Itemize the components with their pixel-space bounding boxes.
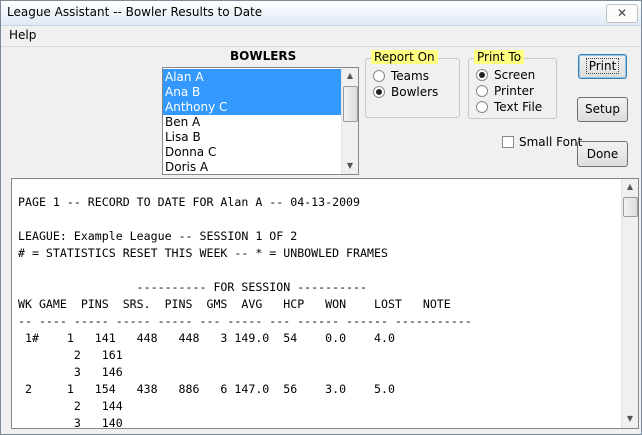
bowler-list-item[interactable]: Donna C — [163, 144, 342, 160]
report-line: 3 146 — [18, 365, 123, 379]
menu-bar: Help — [1, 26, 641, 47]
close-icon[interactable]: ✕ — [606, 4, 638, 23]
bowler-list-item[interactable]: Anthony C — [163, 99, 342, 115]
report-line: -- ---- ----- ----- ----- --- ----- --- … — [18, 314, 472, 328]
radio-screen-label: Screen — [494, 68, 536, 82]
report-line: ---------- FOR SESSION ---------- — [18, 280, 368, 294]
bowler-list-item[interactable]: Ben A — [163, 114, 342, 130]
small-font-checkbox[interactable] — [502, 136, 514, 148]
radio-printer[interactable] — [476, 85, 488, 97]
window-title: League Assistant -- Bowler Results to Da… — [7, 5, 263, 19]
setup-button[interactable]: Setup — [577, 97, 628, 122]
report-scrollbar[interactable]: ▲ ▼ — [621, 179, 638, 428]
scroll-thumb[interactable] — [623, 197, 638, 217]
radio-bowlers[interactable] — [373, 86, 385, 98]
menu-help[interactable]: Help — [9, 28, 36, 42]
scroll-up-arrow-icon[interactable]: ▲ — [342, 68, 358, 84]
report-line: 2 144 — [18, 399, 123, 413]
report-line: 1# 1 141 448 448 3 149.0 54 0.0 4.0 — [18, 331, 395, 345]
radio-teams[interactable] — [373, 70, 385, 82]
app-window: League Assistant -- Bowler Results to Da… — [0, 0, 642, 435]
radio-bowlers-label: Bowlers — [391, 85, 439, 99]
report-on-group: Report On Teams Bowlers — [365, 50, 460, 118]
title-bar: League Assistant -- Bowler Results to Da… — [1, 1, 641, 26]
bowler-list-item[interactable]: Ana B — [163, 84, 342, 100]
print-button[interactable]: Print — [578, 54, 627, 79]
report-line: LEAGUE: Example League -- SESSION 1 OF 2 — [18, 229, 298, 243]
scroll-thumb[interactable] — [343, 86, 358, 122]
report-line: WK GAME PINS SRS. PINS GMS AVG HCP WON L… — [18, 297, 451, 311]
print-to-title: Print To — [474, 50, 525, 64]
bowlers-list[interactable]: Alan A Ana B Anthony C Ben A Lisa B Donna C Do… — [162, 67, 359, 175]
report-line: # = STATISTICS RESET THIS WEEK -- * = UN… — [18, 246, 388, 260]
radio-text-file[interactable] — [476, 101, 488, 113]
bowlers-label: BOWLERS — [230, 49, 297, 63]
print-button-label: Print — [585, 58, 620, 74]
scroll-down-arrow-icon[interactable]: ▼ — [622, 411, 638, 427]
report-line: 2 161 — [18, 348, 123, 362]
report-on-title: Report On — [371, 50, 438, 64]
bowler-list-item[interactable]: Lisa B — [163, 129, 342, 145]
radio-screen[interactable] — [476, 69, 488, 81]
bowler-list-item[interactable]: Doris A — [163, 159, 342, 174]
bowler-list-item[interactable]: Alan A — [163, 69, 342, 85]
small-font-label: Small Font — [519, 135, 583, 149]
done-button[interactable]: Done — [577, 141, 628, 167]
scroll-up-arrow-icon[interactable]: ▲ — [622, 179, 638, 195]
radio-text-file-label: Text File — [494, 100, 543, 114]
radio-teams-label: Teams — [391, 69, 429, 83]
report-output[interactable]: PAGE 1 -- RECORD TO DATE FOR Alan A -- 0… — [11, 178, 639, 429]
scroll-down-arrow-icon[interactable]: ▼ — [342, 158, 358, 174]
bowlers-list-scrollbar[interactable]: ▲ ▼ — [341, 68, 358, 174]
report-line: 3 140 — [18, 416, 123, 429]
print-to-group: Print To Screen Printer Text File — [468, 50, 557, 119]
report-line: PAGE 1 -- RECORD TO DATE FOR Alan A -- 0… — [18, 195, 361, 209]
report-line: 2 1 154 438 886 6 147.0 56 3.0 5.0 — [18, 382, 395, 396]
radio-printer-label: Printer — [494, 84, 534, 98]
